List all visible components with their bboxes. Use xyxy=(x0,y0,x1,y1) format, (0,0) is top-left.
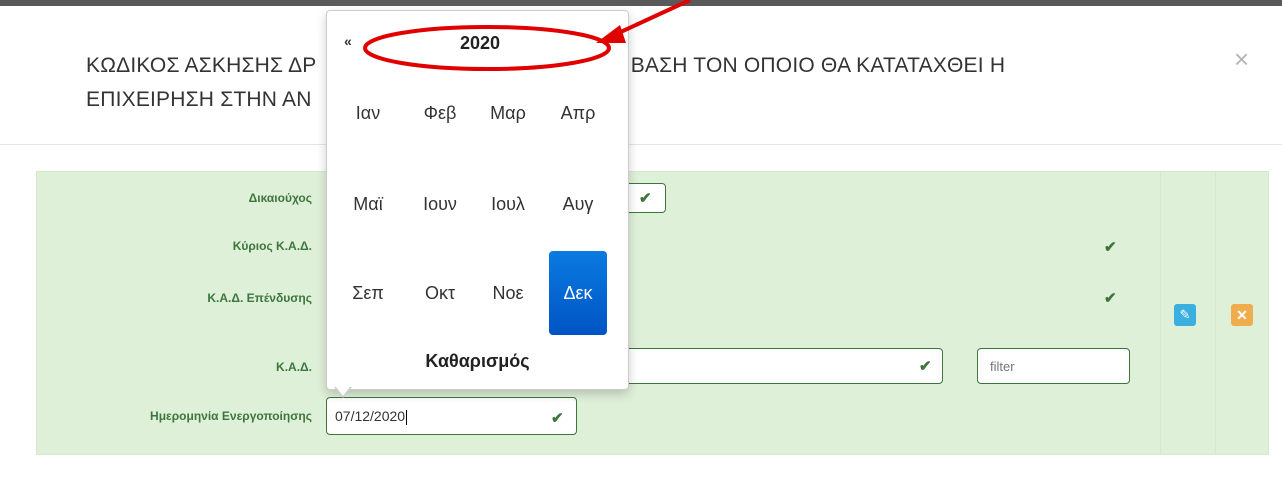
month-nov[interactable]: Νοε xyxy=(479,265,537,321)
kad-check-icon: ✔ xyxy=(919,358,932,375)
month-jan[interactable]: Ιαν xyxy=(339,85,397,141)
beneficiary-label: Δικαιούχος xyxy=(248,191,312,205)
filter-input[interactable] xyxy=(977,348,1130,384)
modal-top-border xyxy=(0,0,1282,6)
edit-icon: ✎ xyxy=(1179,307,1191,322)
investment-kad-check-icon: ✔ xyxy=(1104,290,1117,307)
clear-button[interactable]: Καθαρισμός xyxy=(327,351,628,372)
month-apr[interactable]: Απρ xyxy=(549,85,607,141)
activation-date-value: 07/12/2020 xyxy=(335,408,406,424)
activation-date-input[interactable]: 07/12/2020 ✔ xyxy=(326,397,577,435)
cancel-button[interactable]: ✕ xyxy=(1231,304,1253,326)
month-sep[interactable]: Σεπ xyxy=(339,265,397,321)
month-picker: « 2020 Ιαν Φεβ Μαρ Απρ Μαϊ Ιουν Ιουλ Αυγ… xyxy=(326,10,629,390)
date-check-icon: ✔ xyxy=(551,410,564,427)
investment-kad-label: Κ.Α.Δ. Επένδυσης xyxy=(207,291,312,305)
title-line1-left: ΚΩΔΙΚΟΣ ΑΣΚΗΣΗΣ ΔΡ xyxy=(86,54,317,77)
edit-button[interactable]: ✎ xyxy=(1174,304,1196,326)
month-oct[interactable]: Οκτ xyxy=(411,265,469,321)
month-may[interactable]: Μαϊ xyxy=(339,176,397,232)
month-feb[interactable]: Φεβ xyxy=(411,85,469,141)
month-dec-selected[interactable]: Δεκ xyxy=(549,251,607,335)
title-line1-right: ) ΜΕ ΒΑΣΗ ΤΟΝ ΟΠΟΙΟ ΘΑ ΚΑΤΑΤΑΧΘΕΙ Η xyxy=(579,54,1006,77)
picker-caret-inner xyxy=(336,387,350,396)
text-cursor xyxy=(406,409,408,425)
title-line2-left: ΕΠΙΧΕΙΡΗΣΗ ΣΤΗΝ ΑΝ xyxy=(86,88,312,111)
close-button[interactable]: × xyxy=(1234,44,1249,74)
header-divider xyxy=(0,144,1282,145)
main-kad-label: Κύριος Κ.Α.Δ. xyxy=(232,239,312,253)
month-jul[interactable]: Ιουλ xyxy=(479,176,537,232)
close-icon: ✕ xyxy=(1236,307,1248,323)
picker-year[interactable]: 2020 xyxy=(445,33,515,54)
month-aug[interactable]: Αυγ xyxy=(549,176,607,232)
month-jun[interactable]: Ιουν xyxy=(411,176,469,232)
main-kad-check-icon: ✔ xyxy=(1104,239,1117,256)
check-icon: ✔ xyxy=(639,190,652,207)
prev-year-button[interactable]: « xyxy=(344,33,352,49)
month-mar[interactable]: Μαρ xyxy=(479,85,537,141)
kad-label: Κ.Α.Δ. xyxy=(276,360,312,374)
activation-date-label: Ημερομηνία Ενεργοποίησης xyxy=(150,409,312,423)
